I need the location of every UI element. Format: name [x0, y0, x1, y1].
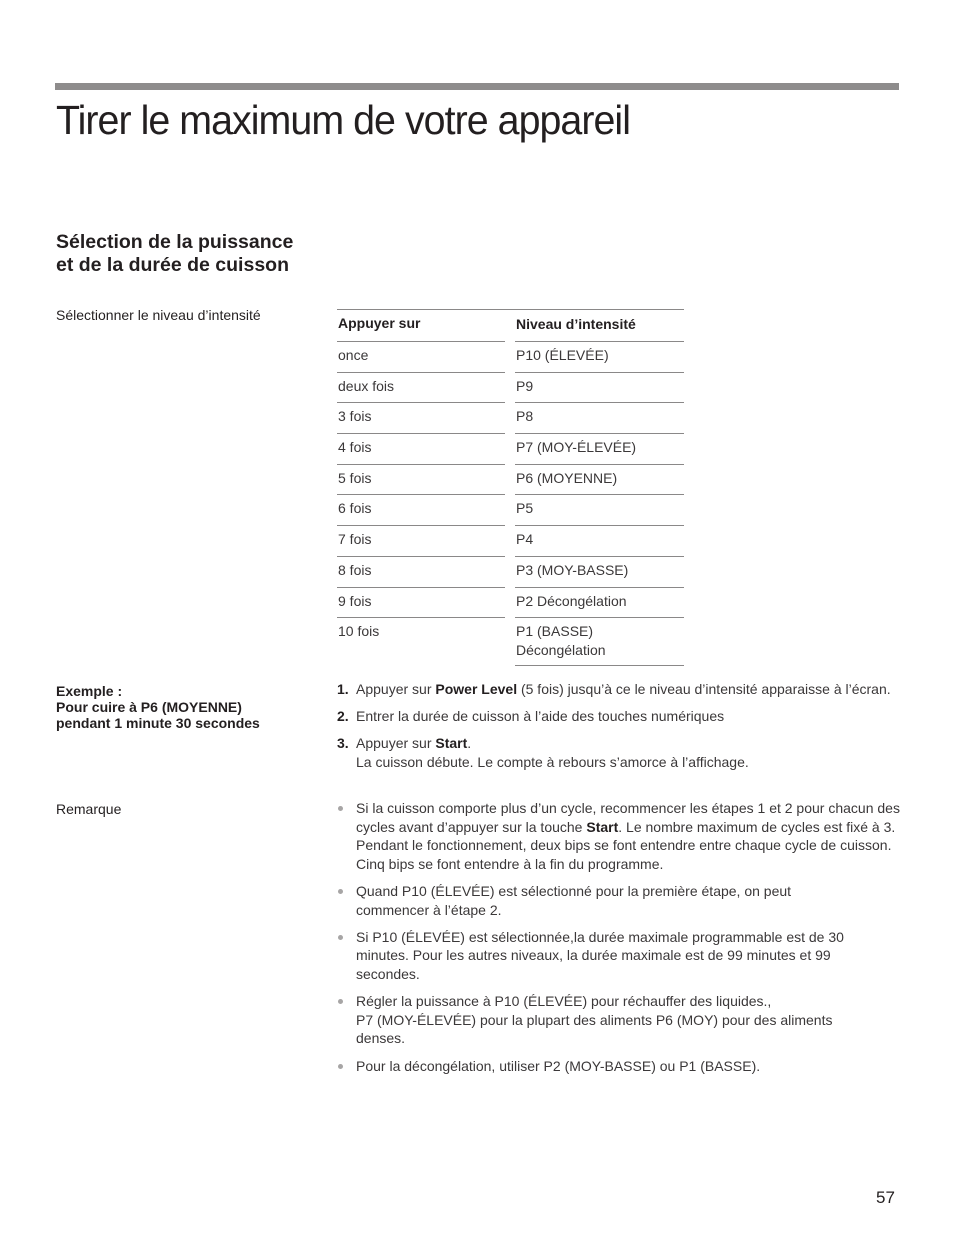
press-count: 10 fois — [337, 617, 505, 665]
remark-text: Pour la décongélation, utiliser P2 (MOY-… — [356, 1057, 761, 1074]
power-level: P7 (MOY-ÉLEVÉE) — [515, 433, 684, 464]
example-label-line: Pour cuire à P6 (MOYENNE) — [56, 699, 242, 715]
press-count: 7 fois — [337, 525, 505, 556]
press-count: 8 fois — [337, 555, 505, 587]
power-level: P8 — [515, 402, 684, 433]
remark-text: Quand P10 (ÉLEVÉE) est sélectionné pour … — [356, 882, 792, 918]
table-row: 6 fois P5 — [337, 494, 684, 525]
step-number: 1. — [337, 681, 349, 697]
page-number: 57 — [876, 1188, 895, 1207]
remark-label: Remarque — [56, 801, 122, 817]
press-count: 4 fois — [337, 433, 505, 464]
page-title: Tirer le maximum de votre appareil — [56, 97, 631, 143]
step-text-part: Appuyer sur — [356, 735, 436, 751]
table-row: 10 fois P1 (BASSE) Décongélation — [337, 617, 684, 665]
bullet-icon — [337, 882, 356, 919]
table-row: 5 fois P6 (MOYENNE) — [337, 463, 684, 495]
table-row: 9 fois P2 Décongélation — [337, 586, 684, 618]
remark-item: Si la cuisson comporte plus d’un cycle, … — [337, 799, 902, 873]
step-text: Entrer la durée de cuisson à l’aide des … — [356, 708, 725, 724]
title-rule — [55, 83, 899, 90]
bullet-icon — [337, 928, 356, 984]
remark-text: Si P10 (ÉLEVÉE) est sélectionnée,la duré… — [356, 928, 844, 982]
press-count: deux fois — [337, 371, 505, 403]
remark-list: Si la cuisson comporte plus d’un cycle, … — [337, 799, 902, 1084]
step-item: 3. Appuyer sur Start. La cuisson débute. … — [337, 734, 902, 772]
column-header-level: Niveau d’intensité — [516, 316, 636, 332]
example-steps: 1. Appuyer sur Power Level (5 fois) jusq… — [337, 680, 902, 780]
power-level-line: Décongélation — [516, 642, 606, 659]
bullet-icon — [337, 799, 356, 873]
press-count: 9 fois — [337, 586, 505, 618]
button-name-power-level: Power Level — [435, 681, 518, 697]
example-label: Exemple : Pour cuire à P6 (MOYENNE) pend… — [56, 683, 260, 731]
button-name-start: Start — [586, 818, 619, 835]
remark-item: Régler la puissance à P10 (ÉLEVÉE) pour … — [337, 992, 902, 1048]
step-item: 2. Entrer la durée de cuisson à l’aide d… — [337, 707, 902, 726]
table-row: deux fois P9 — [337, 371, 684, 403]
press-count: once — [337, 341, 505, 372]
press-count: 3 fois — [337, 402, 505, 433]
power-level: P4 — [515, 525, 684, 556]
step-number: 2. — [337, 708, 349, 724]
power-level: P9 — [515, 371, 684, 403]
table-row: 8 fois P3 (MOY-BASSE) — [337, 555, 684, 587]
step-text-part: (5 fois) jusqu’à ce le niveau d’intensit… — [517, 681, 891, 697]
table-bottom-rule — [337, 665, 684, 667]
remark-item: Quand P10 (ÉLEVÉE) est sélectionné pour … — [337, 882, 902, 919]
step-item: 1. Appuyer sur Power Level (5 fois) jusq… — [337, 680, 902, 699]
example-label-line: pendant 1 minute 30 secondes — [56, 715, 260, 731]
column-header-press: Appuyer sur — [338, 315, 421, 331]
press-count: 5 fois — [337, 463, 505, 495]
remark-text: Régler la puissance à P10 (ÉLEVÉE) pour … — [356, 992, 902, 1048]
step-text: Appuyer sur Start. La cuisson débute. Le … — [356, 734, 902, 772]
bullet-icon — [337, 992, 356, 1048]
remark-text: Si la cuisson comporte plus d’un cycle, … — [356, 799, 902, 873]
power-level: P3 (MOY-BASSE) — [515, 555, 684, 587]
power-level: P10 (ÉLEVÉE) — [515, 341, 684, 372]
bullet-icon — [337, 1057, 356, 1076]
power-level: P5 — [515, 494, 684, 525]
remark-item: Si P10 (ÉLEVÉE) est sélectionnée,la duré… — [337, 928, 902, 984]
table-row: 7 fois P4 — [337, 525, 684, 556]
power-level: P6 (MOYENNE) — [515, 463, 684, 495]
step-text-part: . — [467, 735, 472, 751]
step-text: Appuyer sur Power Level (5 fois) jusqu’à… — [356, 680, 902, 699]
power-level-table: Appuyer sur Niveau d’intensité once P10 … — [337, 309, 684, 667]
section-heading: Sélection de la puissance et de la durée… — [56, 231, 294, 276]
remark-text-part: Régler la puissance à P10 (ÉLEVÉE) pour … — [356, 993, 772, 1010]
step-text-part: Appuyer sur — [356, 681, 436, 697]
power-level: P2 Décongélation — [515, 586, 684, 618]
example-label-line: Exemple : — [56, 683, 123, 699]
remark-item: Pour la décongélation, utiliser P2 (MOY-… — [337, 1057, 902, 1076]
subheading-select-level: Sélectionner le niveau d’intensité — [56, 307, 261, 323]
step-number: 3. — [337, 735, 349, 751]
table-row: once P10 (ÉLEVÉE) — [337, 341, 684, 372]
power-level: P1 (BASSE) Décongélation — [515, 617, 684, 665]
table-row: 4 fois P7 (MOY-ÉLEVÉE) — [337, 433, 684, 464]
step-text-part: La cuisson débute. Le compte à rebours s… — [356, 754, 749, 770]
power-level-line: P1 (BASSE) — [516, 623, 594, 640]
button-name-start: Start — [435, 735, 468, 751]
table-bottom-rule-left — [337, 665, 505, 666]
table-bottom-rule-right — [515, 665, 684, 667]
table-row: 3 fois P8 — [337, 402, 684, 433]
table-header-row: Appuyer sur Niveau d’intensité — [337, 309, 684, 341]
remark-text-part: P7 (MOY-ÉLEVÉE) pour la plupart des alim… — [356, 1011, 833, 1047]
press-count: 6 fois — [337, 494, 505, 525]
